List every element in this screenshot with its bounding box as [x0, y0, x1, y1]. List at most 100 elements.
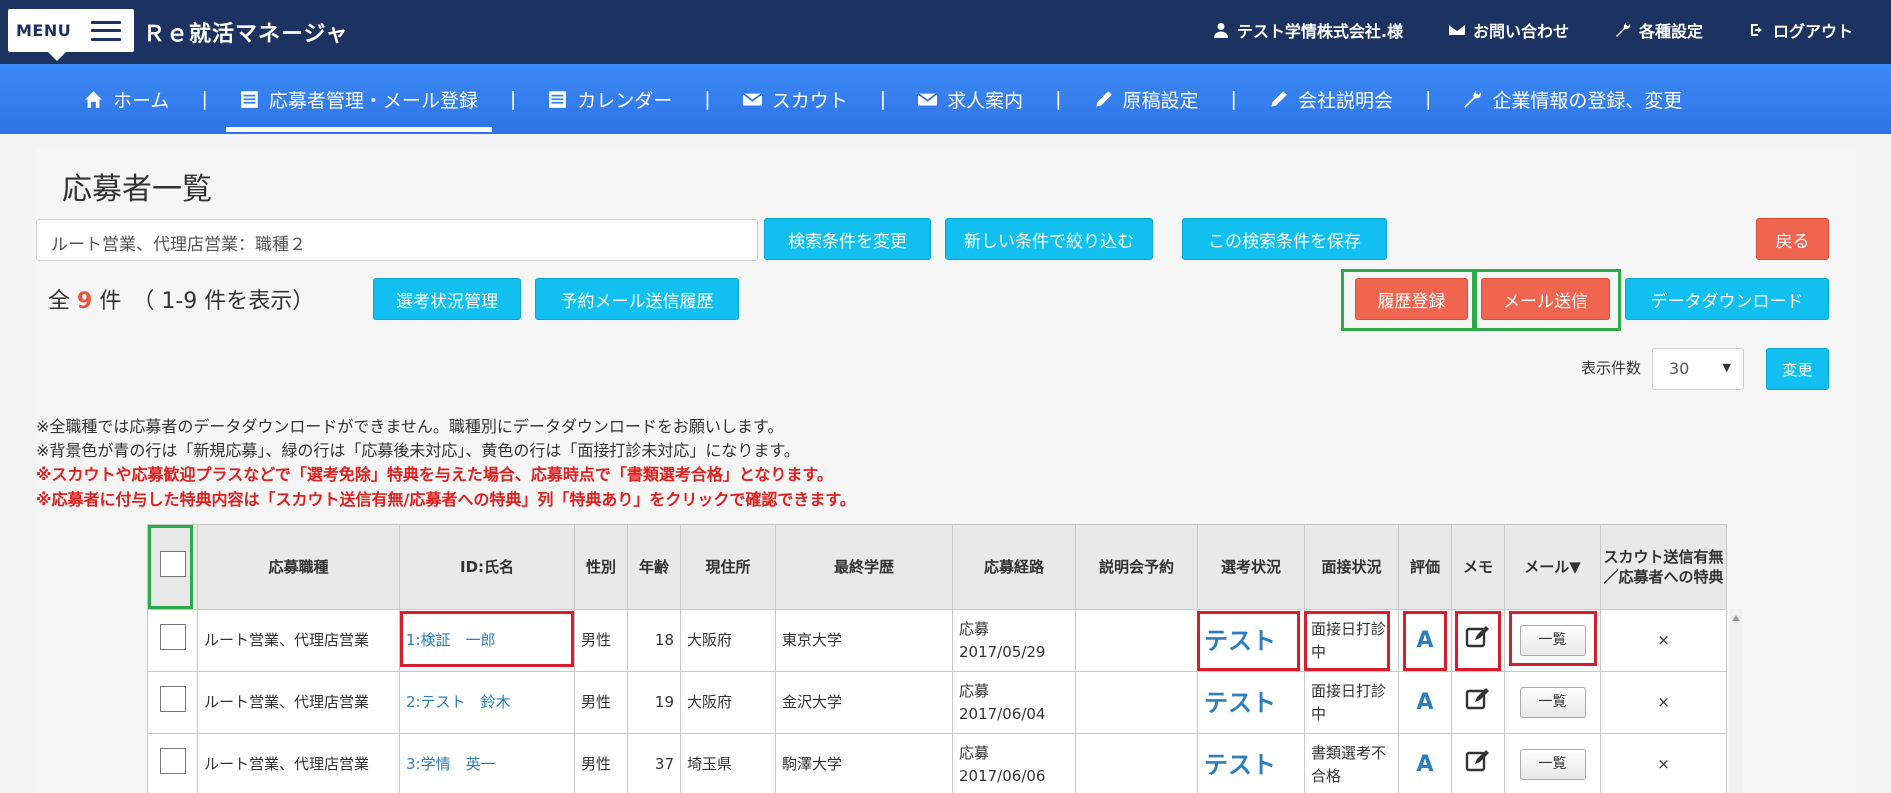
nav-company[interactable]: 企業情報の登録、変更 — [1449, 64, 1696, 134]
cell-gender: 男性 — [574, 609, 628, 672]
nav-scout-label: スカウト — [771, 89, 848, 112]
mail-icon — [1448, 25, 1465, 35]
row-checkbox[interactable] — [159, 686, 186, 713]
mail-icon — [742, 92, 762, 105]
highlight-box — [400, 611, 574, 667]
cell-name: 2:テスト 鈴木 — [399, 671, 575, 734]
route-type: 応募 — [959, 620, 990, 638]
table-scrollbar[interactable] — [1730, 609, 1742, 793]
highlight-box — [1304, 611, 1390, 671]
col-header[interactable]: 応募職種 — [197, 524, 400, 610]
cell-route: 応募 2017/06/04 — [952, 671, 1076, 734]
col-header[interactable]: 最終学歴 — [775, 524, 953, 610]
user-label: テスト学情株式会社.様 — [1236, 22, 1403, 41]
col-header[interactable]: 面接状況 — [1304, 524, 1399, 610]
col-header[interactable]: 応募経路 — [952, 524, 1076, 610]
cell-grade: A — [1398, 733, 1452, 793]
cell-name: 3:学情 英一 — [399, 733, 575, 793]
main-nav: ホーム | 応募者管理・メール登録 | カレンダー | スカウト | 求人案内 … — [0, 64, 1891, 134]
cell-mail: 一覧 — [1504, 671, 1601, 734]
history-register-button[interactable]: 履歴登録 — [1355, 278, 1468, 320]
nav-company-label: 企業情報の登録、変更 — [1492, 89, 1683, 112]
back-button[interactable]: 戻る — [1756, 218, 1829, 260]
nav-separator: | — [1230, 88, 1237, 110]
nav-separator: | — [1055, 88, 1062, 110]
nav-home-label: ホーム — [113, 89, 170, 112]
applicant-name-link[interactable]: 3:学情 英一 — [406, 755, 496, 773]
count-number: 9 — [77, 289, 93, 314]
cell-briefing — [1075, 733, 1198, 793]
table-header-row: 応募職種 ID:氏名 性別 年齢 現住所 最終学歴 応募経路 説明会予約 選考状… — [147, 524, 1727, 610]
cell-age: 37 — [627, 733, 681, 793]
col-header[interactable]: 性別 — [574, 524, 628, 610]
row-checkbox-cell — [147, 733, 198, 793]
new-filter-button[interactable]: 新しい条件で絞り込む — [945, 218, 1153, 260]
col-header[interactable]: ID:氏名 — [399, 524, 575, 610]
per-page-label: 表示件数 — [1581, 359, 1642, 377]
row-checkbox[interactable] — [159, 748, 186, 775]
nav-calendar[interactable]: カレンダー — [534, 64, 686, 134]
note-line-warning: ※スカウトや応募歓迎プラスなどで「選考免除」特典を与えた場合、応募時点で「書類選… — [36, 465, 833, 484]
col-header[interactable]: 評価 — [1398, 524, 1452, 610]
result-count: 全 9 件 （ 1-9 件を表示） — [48, 283, 314, 315]
cell-age: 19 — [627, 671, 681, 734]
cell-school: 東京大学 — [775, 609, 953, 672]
col-header[interactable]: メモ — [1451, 524, 1505, 610]
send-mail-button[interactable]: メール送信 — [1481, 278, 1610, 320]
table-row: ルート営業、代理店営業 2:テスト 鈴木 男性 19 大阪府 金沢大学 応募 20… — [147, 671, 1727, 734]
nav-jobs[interactable]: 求人案内 — [904, 64, 1037, 134]
menu-label: MENU — [16, 21, 72, 40]
highlight-box — [1403, 611, 1447, 671]
col-header[interactable]: 説明会予約 — [1075, 524, 1198, 610]
status-link[interactable]: テスト — [1204, 751, 1276, 779]
nav-applicants[interactable]: 応募者管理・メール登録 — [225, 64, 492, 134]
nav-jobs-label: 求人案内 — [947, 89, 1024, 112]
search-condition-field[interactable]: ルート営業、代理店営業：職種２ — [36, 219, 758, 261]
menu-button[interactable]: MENU — [8, 9, 134, 61]
col-header[interactable]: 現住所 — [680, 524, 776, 610]
row-checkbox[interactable] — [159, 624, 186, 651]
pencil-icon — [1271, 90, 1287, 107]
status-link[interactable]: テスト — [1204, 689, 1276, 717]
grade-link[interactable]: A — [1416, 690, 1433, 715]
memo-icon[interactable] — [1465, 749, 1491, 773]
user-icon — [1213, 23, 1228, 38]
memo-icon[interactable] — [1465, 687, 1491, 711]
per-page-select[interactable]: 30 ▼ — [1652, 348, 1744, 390]
logout-icon — [1750, 24, 1762, 36]
mail-list-button[interactable]: 一覧 — [1519, 687, 1586, 718]
cell-school: 駒澤大学 — [775, 733, 953, 793]
user-name: テスト学情株式会社.様 — [1213, 18, 1403, 42]
cell-job: ルート営業、代理店営業 — [197, 671, 400, 734]
status-management-button[interactable]: 選考状況管理 — [373, 278, 521, 320]
col-header[interactable]: 年齢 — [627, 524, 681, 610]
cell-grade: A — [1398, 671, 1452, 734]
col-header[interactable]: メール▼ — [1504, 524, 1601, 610]
nav-home[interactable]: ホーム — [70, 64, 183, 134]
data-download-button[interactable]: データダウンロード — [1625, 278, 1829, 320]
scroll-up-icon[interactable] — [1732, 615, 1740, 621]
reserve-mail-history-button[interactable]: 予約メール送信履歴 — [535, 278, 739, 320]
nav-manuscript[interactable]: 原稿設定 — [1080, 64, 1213, 134]
per-page-change-button[interactable]: 変更 — [1766, 348, 1829, 390]
applicant-name-link[interactable]: 2:テスト 鈴木 — [406, 693, 511, 711]
logout-link[interactable]: ログアウト — [1749, 18, 1853, 42]
contact-label: お問い合わせ — [1472, 22, 1569, 41]
change-search-button[interactable]: 検索条件を変更 — [764, 218, 931, 260]
nav-manuscript-label: 原稿設定 — [1122, 89, 1199, 112]
save-search-button[interactable]: この検索条件を保存 — [1182, 218, 1387, 260]
settings-link[interactable]: 各種設定 — [1615, 18, 1703, 42]
mail-list-button[interactable]: 一覧 — [1519, 749, 1586, 780]
col-header[interactable]: 選考状況 — [1197, 524, 1305, 610]
cell-gender: 男性 — [574, 671, 628, 734]
nav-scout[interactable]: スカウト — [729, 64, 862, 134]
nav-separator: | — [704, 88, 711, 110]
col-header[interactable]: スカウト送信有無／応募者への特典 — [1600, 524, 1727, 610]
wrench-icon — [1615, 22, 1631, 37]
cell-interview: 書類選考不合格 — [1304, 733, 1399, 793]
nav-briefing[interactable]: 会社説明会 — [1255, 64, 1407, 134]
cell-interview: 面接日打診中 — [1304, 671, 1399, 734]
grade-link[interactable]: A — [1416, 752, 1433, 777]
page-title: 応募者一覧 — [62, 172, 212, 207]
contact-link[interactable]: お問い合わせ — [1448, 18, 1569, 42]
